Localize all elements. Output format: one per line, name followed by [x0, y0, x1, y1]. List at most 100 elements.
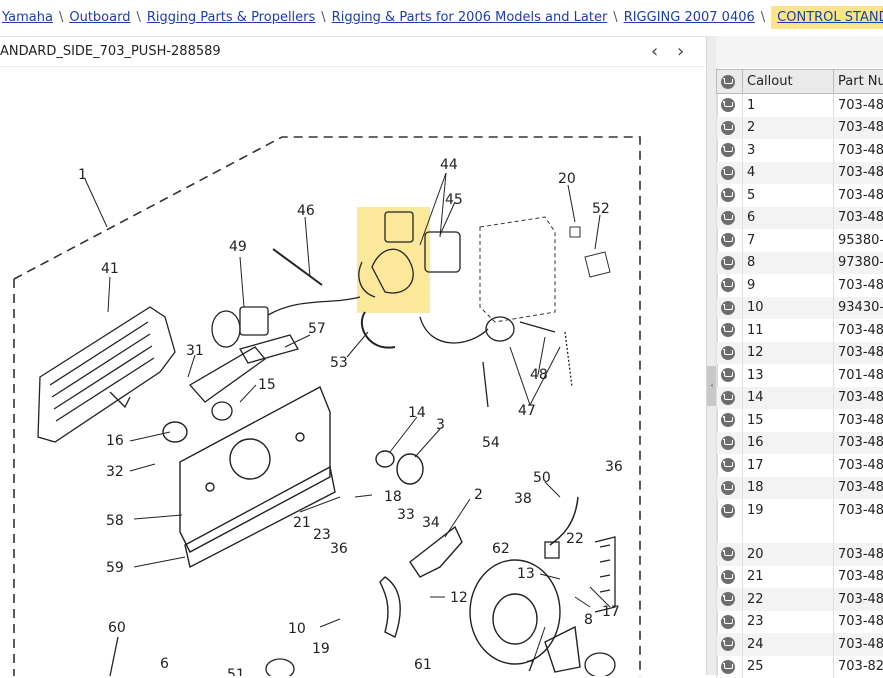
breadcrumb-rigging-parts-propellers[interactable]: Rigging Parts & Propellers — [147, 10, 315, 25]
add-to-cart-icon[interactable] — [721, 278, 735, 292]
callout-label[interactable]: 47 — [518, 403, 536, 419]
add-to-cart-cell[interactable] — [717, 499, 743, 543]
callout-label[interactable]: 22 — [566, 531, 584, 547]
callout-label[interactable]: 2 — [474, 487, 483, 503]
callout-label[interactable]: 13 — [517, 566, 535, 582]
table-row[interactable]: 13701-482 — [717, 364, 883, 387]
add-to-cart-icon[interactable] — [721, 346, 735, 360]
add-to-cart-cell[interactable] — [717, 184, 743, 207]
callout-label[interactable]: 62 — [492, 541, 510, 557]
callout-label[interactable]: 53 — [330, 355, 348, 371]
callout-label[interactable]: 12 — [450, 590, 468, 606]
part-number-cell[interactable]: 93430-0 — [834, 297, 883, 320]
table-row[interactable]: 17703-481 — [717, 454, 883, 477]
callout-label[interactable]: 38 — [514, 491, 532, 507]
callout-label[interactable]: 58 — [106, 513, 124, 529]
part-number-cell[interactable]: 703-482 — [834, 611, 883, 634]
part-number-cell[interactable]: 703-481 — [834, 139, 883, 162]
part-number-cell[interactable]: 703-482 — [834, 162, 883, 185]
breadcrumb-outboard[interactable]: Outboard — [69, 10, 130, 25]
callout-label[interactable]: 21 — [293, 515, 311, 531]
add-to-cart-icon[interactable] — [721, 615, 735, 629]
add-to-cart-icon[interactable] — [721, 436, 735, 450]
add-to-cart-icon[interactable] — [721, 458, 735, 472]
add-to-cart-cell[interactable] — [717, 611, 743, 634]
add-to-cart-cell[interactable] — [717, 477, 743, 500]
add-to-cart-icon[interactable] — [721, 188, 735, 202]
part-number-cell[interactable]: 703-482 — [834, 588, 883, 611]
add-to-cart-icon[interactable] — [721, 391, 735, 405]
add-to-cart-icon[interactable] — [721, 233, 735, 247]
callout-label[interactable]: 48 — [530, 367, 548, 383]
add-to-cart-cell[interactable] — [717, 162, 743, 185]
part-number-cell[interactable]: 703-482 — [834, 477, 883, 500]
callout-label[interactable]: 23 — [313, 527, 331, 543]
table-row[interactable]: 19703-483 — [717, 499, 883, 543]
callout-label[interactable]: 20 — [558, 171, 576, 187]
callout-label[interactable]: 15 — [258, 377, 276, 393]
part-number-cell[interactable]: 703-483 — [834, 543, 883, 566]
callout-label[interactable]: 49 — [229, 239, 247, 255]
callout-label[interactable]: 3 — [436, 417, 445, 433]
callout-label[interactable]: 1 — [78, 167, 87, 183]
cart-column-header[interactable] — [717, 70, 743, 94]
callout-label[interactable]: 36 — [605, 459, 623, 475]
callout-label[interactable]: 59 — [106, 560, 124, 576]
part-number-cell[interactable]: 703-482 — [834, 274, 883, 297]
table-row[interactable]: 22703-482 — [717, 588, 883, 611]
callout-label[interactable]: 44 — [440, 157, 458, 173]
table-row[interactable]: 4703-482 — [717, 162, 883, 185]
part-number-cell[interactable]: 703-482 — [834, 319, 883, 342]
add-to-cart-icon[interactable] — [721, 143, 735, 157]
table-row[interactable]: 795380-0 — [717, 229, 883, 252]
add-to-cart-icon[interactable] — [721, 301, 735, 315]
table-row[interactable]: 897380-0 — [717, 252, 883, 275]
callout-label[interactable]: 31 — [186, 343, 204, 359]
table-row[interactable]: 1093430-0 — [717, 297, 883, 320]
breadcrumb-rigging-2007[interactable]: RIGGING 2007 0406 — [624, 10, 755, 25]
callout-label[interactable]: 54 — [482, 435, 500, 451]
add-to-cart-cell[interactable] — [717, 252, 743, 275]
table-row[interactable]: 6703-482 — [717, 207, 883, 230]
part-number-cell[interactable]: 703-481 — [834, 454, 883, 477]
table-row[interactable]: 1703-482 — [717, 94, 883, 117]
add-to-cart-icon[interactable] — [721, 660, 735, 674]
callout-label[interactable]: 8 — [584, 612, 593, 628]
add-to-cart-cell[interactable] — [717, 387, 743, 410]
add-to-cart-icon[interactable] — [721, 504, 735, 518]
part-number-cell[interactable]: 95380-0 — [834, 229, 883, 252]
callout-label[interactable]: 52 — [592, 201, 610, 217]
add-to-cart-cell[interactable] — [717, 432, 743, 455]
callout-label[interactable]: 10 — [288, 621, 306, 637]
part-number-cell[interactable]: 703-482 — [834, 117, 883, 140]
add-to-cart-cell[interactable] — [717, 409, 743, 432]
callout-label[interactable]: 36 — [330, 541, 348, 557]
add-to-cart-icon[interactable] — [721, 592, 735, 606]
callout-label[interactable]: 57 — [308, 321, 326, 337]
part-number-cell[interactable]: 703-482 — [834, 342, 883, 365]
table-row[interactable]: 16703-482 — [717, 432, 883, 455]
table-row[interactable]: 12703-482 — [717, 342, 883, 365]
callout-label[interactable]: 19 — [312, 641, 330, 657]
part-number-cell[interactable]: 703-482 — [834, 207, 883, 230]
add-to-cart-cell[interactable] — [717, 543, 743, 566]
part-number-cell[interactable]: 703-482 — [834, 94, 883, 117]
callout-label[interactable]: 41 — [101, 261, 119, 277]
add-to-cart-cell[interactable] — [717, 633, 743, 656]
add-to-cart-icon[interactable] — [721, 547, 735, 561]
table-row[interactable]: 24703-482 — [717, 633, 883, 656]
add-to-cart-cell[interactable] — [717, 274, 743, 297]
part-number-cell[interactable]: 703-482 — [834, 432, 883, 455]
add-to-cart-icon[interactable] — [721, 368, 735, 382]
add-to-cart-cell[interactable] — [717, 588, 743, 611]
add-to-cart-cell[interactable] — [717, 297, 743, 320]
table-row[interactable]: 3703-481 — [717, 139, 883, 162]
part-number-cell[interactable]: 97380-0 — [834, 252, 883, 275]
table-row[interactable]: 21703-482 — [717, 566, 883, 589]
add-to-cart-cell[interactable] — [717, 94, 743, 117]
part-number-cell[interactable]: 703-482 — [834, 409, 883, 432]
add-to-cart-icon[interactable] — [721, 211, 735, 225]
callout-label[interactable]: 14 — [408, 405, 426, 421]
add-to-cart-icon[interactable] — [721, 166, 735, 180]
breadcrumb-current[interactable]: CONTROL STANDARD SIDE 703 PUSH — [771, 6, 883, 29]
